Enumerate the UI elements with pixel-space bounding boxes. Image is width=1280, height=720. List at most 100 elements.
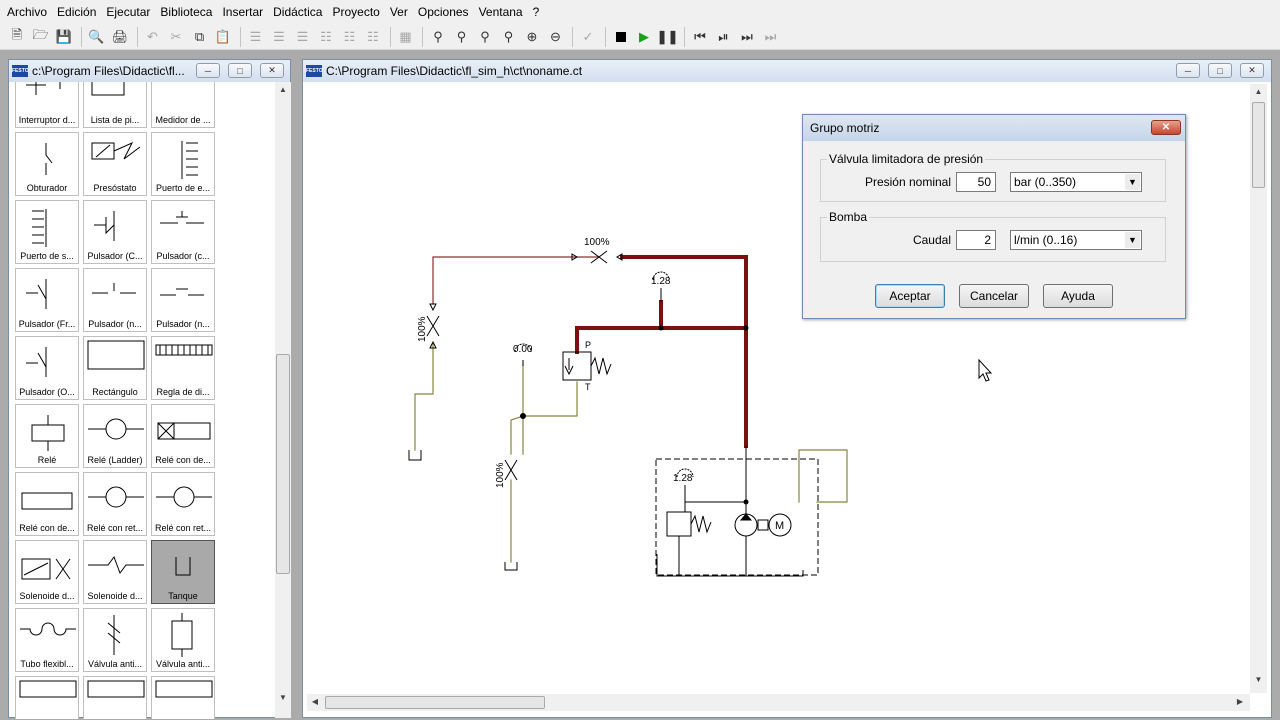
minimize-button[interactable]: ─: [196, 63, 220, 78]
scroll-thumb[interactable]: [325, 696, 545, 709]
paste-icon[interactable]: 📋: [212, 26, 234, 48]
library-item[interactable]: Puerto de s...: [15, 200, 79, 264]
library-item[interactable]: [83, 676, 147, 719]
cut-icon[interactable]: ✂: [165, 26, 187, 48]
chevron-down-icon[interactable]: ▼: [1125, 232, 1140, 248]
grid-icon[interactable]: ▦: [395, 26, 417, 48]
maximize-button[interactable]: □: [228, 63, 252, 78]
library-item[interactable]: Medidor de ...: [151, 82, 215, 128]
zoom-page-icon[interactable]: ⚲: [498, 26, 520, 48]
align-left-icon[interactable]: ☰: [245, 26, 267, 48]
library-item[interactable]: Puerto de e...: [151, 132, 215, 196]
fast-forward-icon[interactable]: ⏭: [760, 26, 782, 48]
print-preview-icon[interactable]: 🔍: [86, 26, 108, 48]
menu-biblioteca[interactable]: Biblioteca: [155, 5, 217, 19]
menu-opciones[interactable]: Opciones: [413, 5, 474, 19]
close-button[interactable]: ✕: [1240, 63, 1264, 78]
zoom-fit-icon[interactable]: ⚲: [427, 26, 449, 48]
zoom-all-icon[interactable]: ⚲: [474, 26, 496, 48]
align-right-icon[interactable]: ☰: [292, 26, 314, 48]
accept-button[interactable]: Aceptar: [875, 284, 945, 308]
save-icon[interactable]: 💾: [53, 26, 75, 48]
menu-ventana[interactable]: Ventana: [474, 5, 528, 19]
zoom-in-icon[interactable]: ⊕: [521, 26, 543, 48]
library-item[interactable]: Pulsador (n...: [83, 268, 147, 332]
menu-edicion[interactable]: Edición: [52, 5, 101, 19]
stop-icon[interactable]: [610, 26, 632, 48]
library-item[interactable]: Tanque: [151, 540, 215, 604]
flow-unit-select[interactable]: l/min (0..16) ▼: [1010, 230, 1142, 250]
circuit-vertical-scrollbar[interactable]: ▲ ▼: [1250, 84, 1267, 693]
open-file-icon[interactable]: 🗁: [30, 26, 52, 48]
library-item[interactable]: Válvula anti...: [151, 608, 215, 672]
zoom-out-icon[interactable]: ⊖: [545, 26, 567, 48]
menu-proyecto[interactable]: Proyecto: [327, 5, 384, 19]
circuit-title-bar[interactable]: FESTO C:\Program Files\Didactic\fl_sim_h…: [303, 60, 1271, 82]
copy-icon[interactable]: ⧉: [189, 26, 211, 48]
minimize-button[interactable]: ─: [1176, 63, 1200, 78]
cancel-button[interactable]: Cancelar: [959, 284, 1029, 308]
maximize-button[interactable]: □: [1208, 63, 1232, 78]
library-item[interactable]: Relé con de...: [15, 472, 79, 536]
dialog-close-button[interactable]: ✕: [1151, 120, 1181, 135]
undo-icon[interactable]: ↶: [142, 26, 164, 48]
align-bottom-icon[interactable]: ☷: [362, 26, 384, 48]
pause-icon[interactable]: ❚❚: [657, 26, 679, 48]
scroll-down-arrow-icon[interactable]: ▼: [275, 693, 291, 702]
library-item[interactable]: Pulsador (n...: [151, 268, 215, 332]
library-item[interactable]: Obturador: [15, 132, 79, 196]
library-item[interactable]: [15, 676, 79, 719]
pressure-input[interactable]: 50: [956, 172, 996, 192]
library-item[interactable]: [151, 676, 215, 719]
library-item[interactable]: Pulsador (C...: [83, 200, 147, 264]
pressure-unit-select[interactable]: bar (0..350) ▼: [1010, 172, 1142, 192]
menu-didactica[interactable]: Didáctica: [268, 5, 327, 19]
library-scrollbar[interactable]: ▲ ▼: [275, 82, 291, 718]
scroll-up-arrow-icon[interactable]: ▲: [1250, 87, 1267, 96]
library-item[interactable]: Pulsador (c...: [151, 200, 215, 264]
library-item[interactable]: Presóstato: [83, 132, 147, 196]
scroll-thumb[interactable]: [1252, 102, 1265, 188]
library-title-bar[interactable]: FESTO c:\Program Files\Didactic\fl... ─ …: [9, 60, 290, 82]
library-item[interactable]: Relé con ret...: [151, 472, 215, 536]
menu-archivo[interactable]: Archivo: [2, 5, 52, 19]
print-icon[interactable]: 🖨: [109, 26, 131, 48]
library-item[interactable]: Relé (Ladder): [83, 404, 147, 468]
library-item[interactable]: Solenoide d...: [83, 540, 147, 604]
library-item[interactable]: Solenoide d...: [15, 540, 79, 604]
scroll-down-arrow-icon[interactable]: ▼: [1250, 675, 1267, 684]
zoom-window-icon[interactable]: ⚲: [451, 26, 473, 48]
chevron-down-icon[interactable]: ▼: [1125, 174, 1140, 190]
scroll-thumb[interactable]: [276, 354, 290, 574]
rewind-icon[interactable]: ⏮: [689, 26, 711, 48]
library-item[interactable]: Pulsador (Fr...: [15, 268, 79, 332]
step-icon[interactable]: ⏯: [713, 26, 735, 48]
close-button[interactable]: ✕: [260, 63, 284, 78]
scroll-up-arrow-icon[interactable]: ▲: [275, 85, 291, 94]
library-item[interactable]: Tubo flexibl...: [15, 608, 79, 672]
help-button[interactable]: Ayuda: [1043, 284, 1113, 308]
menu-insertar[interactable]: Insertar: [217, 5, 268, 19]
scroll-left-arrow-icon[interactable]: ◀: [310, 697, 320, 706]
align-center-icon[interactable]: ☰: [268, 26, 290, 48]
library-item[interactable]: Válvula anti...: [83, 608, 147, 672]
menu-help[interactable]: ?: [528, 5, 545, 19]
scroll-right-arrow-icon[interactable]: ▶: [1235, 697, 1245, 706]
menu-ver[interactable]: Ver: [385, 5, 413, 19]
library-item[interactable]: Relé: [15, 404, 79, 468]
menu-ejecutar[interactable]: Ejecutar: [101, 5, 155, 19]
forward-icon[interactable]: ⏭: [736, 26, 758, 48]
library-item[interactable]: Relé con de...: [151, 404, 215, 468]
align-top-icon[interactable]: ☷: [315, 26, 337, 48]
check-circuit-icon[interactable]: ✓: [577, 26, 599, 48]
new-file-icon[interactable]: 🗎: [6, 26, 28, 48]
library-item[interactable]: Rectángulo: [83, 336, 147, 400]
library-item[interactable]: Pulsador (O...: [15, 336, 79, 400]
circuit-horizontal-scrollbar[interactable]: ◀ ▶: [307, 694, 1250, 711]
flow-input[interactable]: 2: [956, 230, 996, 250]
library-item[interactable]: Relé con ret...: [83, 472, 147, 536]
library-item[interactable]: Lista de pi...: [83, 82, 147, 128]
align-middle-icon[interactable]: ☷: [339, 26, 361, 48]
dialog-title-bar[interactable]: Grupo motriz: [803, 115, 1185, 141]
library-item[interactable]: Regla de di...: [151, 336, 215, 400]
